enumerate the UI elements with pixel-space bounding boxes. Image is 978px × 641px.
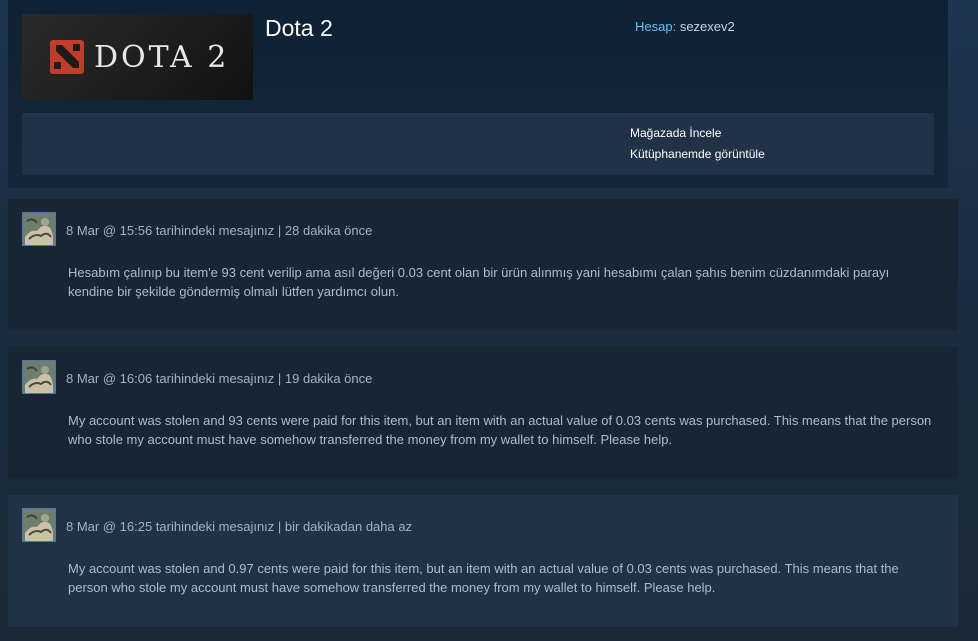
message-text: My account was stolen and 93 cents were … [68,413,932,447]
avatar-image [23,213,55,245]
avatar[interactable] [22,212,56,246]
dota-logo-icon [50,40,84,74]
avatar[interactable] [22,360,56,394]
account-label: Hesap: [635,19,677,34]
game-logo[interactable]: DOTA 2 [22,14,253,100]
view-in-store-link[interactable]: Mağazada İncele [630,126,721,140]
avatar-image [23,509,55,541]
message-item: 8 Mar @ 15:56 tarihindeki mesajınız | 28… [8,199,958,331]
message-text: Hesabım çalınıp bu item'e 93 cent verili… [68,265,890,299]
avatar[interactable] [22,508,56,542]
game-links-bar: Mağazada İncele Kütüphanemde görüntüle [22,113,934,175]
message-meta: 8 Mar @ 15:56 tarihindeki mesajınız | 28… [66,223,373,238]
logo-text: DOTA 2 [94,39,230,75]
message-text: My account was stolen and 0.97 cents wer… [68,561,899,595]
game-title[interactable]: Dota 2 [265,15,333,42]
message-item: 8 Mar @ 16:25 tarihindeki mesajınız | bi… [8,495,958,627]
message-item: 8 Mar @ 16:06 tarihindeki mesajınız | 19… [8,347,958,479]
avatar-image [23,361,55,393]
message-meta: 8 Mar @ 16:25 tarihindeki mesajınız | bi… [66,519,413,534]
account-info: Hesap: sezexev2 [635,19,735,34]
view-in-library-link[interactable]: Kütüphanemde görüntüle [630,147,765,161]
support-page: DOTA 2 Dota 2 Hesap: sezexev2 Mağazada İ… [0,0,978,641]
message-meta: 8 Mar @ 16:06 tarihindeki mesajınız | 19… [66,371,373,386]
account-name[interactable]: sezexev2 [680,19,735,34]
